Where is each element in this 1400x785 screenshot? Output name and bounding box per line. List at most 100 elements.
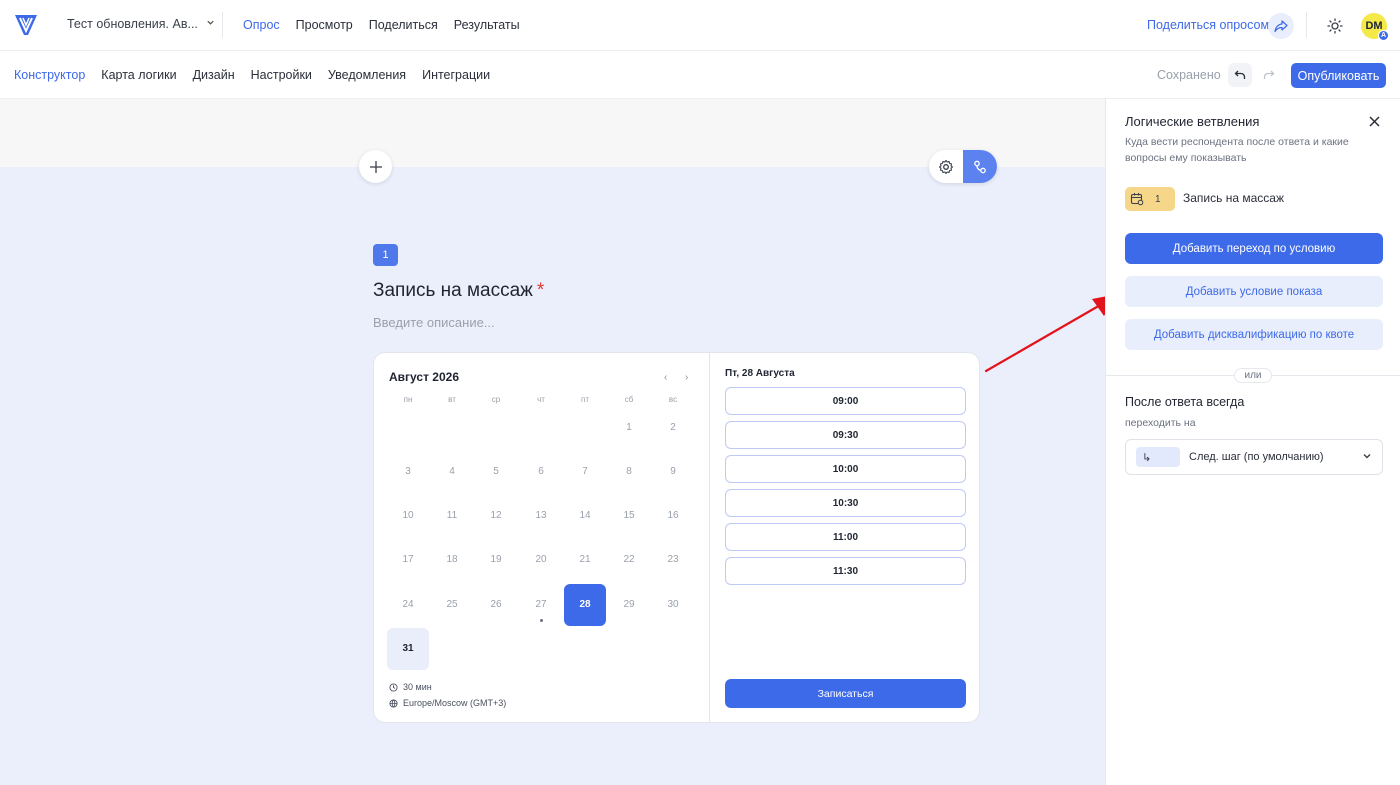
nav-survey[interactable]: Опрос	[243, 18, 280, 32]
calendar-day[interactable]: 9	[652, 451, 694, 493]
time-slot-button[interactable]: 11:00	[725, 523, 966, 551]
calendar-day[interactable]: 20	[520, 539, 562, 581]
calendar-day[interactable]: 6	[520, 451, 562, 493]
timezone-info: Europe/Moscow (GMT+3)	[389, 698, 506, 708]
calendar-day[interactable]: 26	[475, 584, 517, 626]
timezone-text: Europe/Moscow (GMT+3)	[403, 698, 507, 708]
time-slots: Пт, 28 Августа 09:00 09:30 10:00 10:30 1…	[711, 353, 979, 722]
avatar[interactable]: DM A	[1361, 13, 1389, 41]
calendar-day-selected[interactable]: 28	[564, 584, 606, 626]
calendar-day[interactable]: 29	[608, 584, 650, 626]
tab-settings[interactable]: Настройки	[251, 68, 312, 82]
tab-design[interactable]: Дизайн	[193, 68, 235, 82]
tab-logic-map[interactable]: Карта логики	[101, 68, 176, 82]
globe-icon	[389, 698, 398, 708]
next-step-select[interactable]: ↳ След. шаг (по умолчанию)	[1125, 439, 1383, 475]
after-answer-title: После ответа всегда	[1125, 395, 1245, 409]
add-quota-disqualification-button[interactable]: Добавить дисквалификацию по квоте	[1125, 319, 1383, 350]
calendar-day[interactable]: 1	[608, 407, 650, 449]
or-separator: или	[1234, 368, 1272, 383]
calendar-day[interactable]: 12	[475, 495, 517, 537]
question-title[interactable]: Запись на массаж *	[373, 280, 544, 302]
avatar-badge: A	[1378, 30, 1389, 41]
calendar-day[interactable]: 22	[608, 539, 650, 581]
calendar-day[interactable]: 10	[387, 495, 429, 537]
calendar-day[interactable]: 14	[564, 495, 606, 537]
calendar-month-label: Август 2026	[389, 370, 459, 384]
calendar-day[interactable]: 30	[652, 584, 694, 626]
nav-results[interactable]: Результаты	[454, 18, 520, 32]
save-status: Сохранено	[1157, 68, 1221, 82]
time-slot-button[interactable]: 10:00	[725, 455, 966, 483]
close-icon[interactable]	[1365, 112, 1383, 130]
question-chip-name: Запись на массаж	[1183, 191, 1284, 205]
today-dot	[540, 619, 543, 622]
add-question-button[interactable]	[359, 150, 392, 183]
annotation-arrow-icon	[984, 294, 1118, 373]
tab-constructor[interactable]: Конструктор	[14, 68, 85, 82]
calendar-day[interactable]: 24	[387, 584, 429, 626]
time-slot-button[interactable]: 09:30	[725, 421, 966, 449]
calendar-day[interactable]: 17	[387, 539, 429, 581]
calendar-day[interactable]: 5	[475, 451, 517, 493]
tab-notifications[interactable]: Уведомления	[328, 68, 406, 82]
question-description-input[interactable]: Введите описание...	[373, 315, 495, 330]
survey-title-dropdown[interactable]: Тест обновления. Ав...	[67, 17, 215, 31]
next-month-chevron-icon[interactable]: ›	[685, 372, 688, 383]
clock-icon	[389, 682, 398, 692]
calendar-day[interactable]: 2	[652, 407, 694, 449]
calendar-day[interactable]: 3	[387, 451, 429, 493]
panel-subtitle: Куда вести респондента после ответа и ка…	[1125, 136, 1349, 164]
calendar-day[interactable]: 21	[564, 539, 606, 581]
next-step-value: След. шаг (по умолчанию)	[1189, 451, 1324, 463]
undo-icon[interactable]	[1228, 63, 1252, 87]
logic-branch-icon[interactable]	[963, 150, 997, 183]
prev-month-chevron-icon[interactable]: ‹	[664, 372, 667, 383]
redo-icon[interactable]	[1257, 63, 1281, 87]
after-answer-subtitle: переходить на	[1125, 417, 1196, 429]
app-logo-icon[interactable]	[13, 12, 39, 38]
add-display-condition-button[interactable]: Добавить условие показа	[1125, 276, 1383, 307]
required-mark: *	[536, 280, 545, 301]
theme-sun-icon[interactable]	[1324, 15, 1346, 37]
top-bar: Тест обновления. Ав... Опрос Просмотр По…	[0, 0, 1400, 51]
nav-preview[interactable]: Просмотр	[296, 18, 353, 32]
calendar-day[interactable]: 15	[608, 495, 650, 537]
time-slot-button[interactable]: 11:30	[725, 557, 966, 585]
book-button[interactable]: Записаться	[725, 679, 966, 708]
chevron-down-icon	[206, 18, 215, 30]
logic-panel: Логические ветвления Куда вести респонде…	[1105, 99, 1400, 785]
calendar-day[interactable]: 7	[564, 451, 606, 493]
builder-toolbar: Конструктор Карта логики Дизайн Настройк…	[0, 51, 1400, 99]
share-icon[interactable]	[1268, 13, 1294, 39]
calendar: Август 2026 ‹ › пн вт ср чт пт сб вс 123456789…	[374, 353, 710, 722]
booking-widget: Август 2026 ‹ › пн вт ср чт пт сб вс 123456789…	[373, 352, 980, 723]
calendar-day[interactable]: 23	[652, 539, 694, 581]
calendar-icon	[1125, 187, 1149, 211]
gear-icon[interactable]	[929, 150, 963, 183]
calendar-day[interactable]: 8	[608, 451, 650, 493]
publish-button[interactable]: Опубликовать	[1291, 63, 1386, 88]
panel-title: Логические ветвления	[1125, 114, 1260, 129]
chevron-down-icon	[1362, 448, 1372, 466]
time-slot-button[interactable]: 10:30	[725, 489, 966, 517]
calendar-day[interactable]: 19	[475, 539, 517, 581]
question-title-text: Запись на массаж	[373, 280, 533, 301]
time-slot-button[interactable]: 09:00	[725, 387, 966, 415]
weekday-label: сб	[624, 395, 634, 404]
calendar-day[interactable]: 13	[520, 495, 562, 537]
nav-share[interactable]: Поделиться	[369, 18, 438, 32]
calendar-day[interactable]: 4	[431, 451, 473, 493]
weekday-label: ср	[491, 395, 501, 404]
weekday-label: вс	[668, 395, 678, 404]
calendar-day[interactable]: 25	[431, 584, 473, 626]
calendar-day[interactable]: 31	[387, 628, 429, 670]
add-transition-button[interactable]: Добавить переход по условию	[1125, 233, 1383, 264]
calendar-day[interactable]: 11	[431, 495, 473, 537]
divider	[1306, 12, 1307, 38]
calendar-day[interactable]: 16	[652, 495, 694, 537]
next-step-arrow-icon: ↳	[1136, 447, 1180, 467]
calendar-day[interactable]: 18	[431, 539, 473, 581]
share-survey-link[interactable]: Поделиться опросом	[1147, 18, 1269, 32]
tab-integrations[interactable]: Интеграции	[422, 68, 490, 82]
